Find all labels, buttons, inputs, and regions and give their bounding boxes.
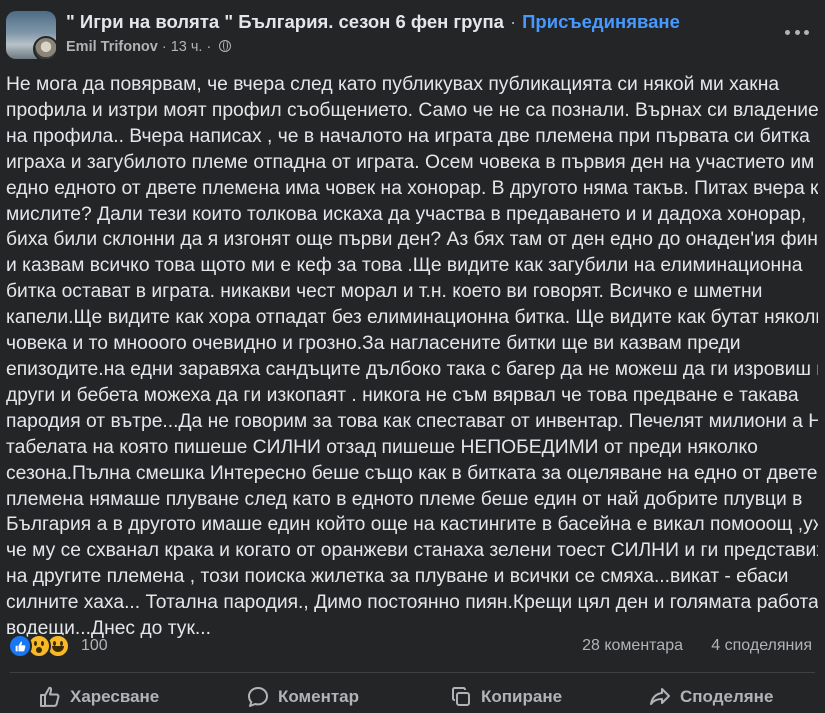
like-label: Харесване — [70, 687, 160, 706]
post-text-line: България а в другото имаше един който ощ… — [6, 514, 818, 536]
post-text-line: играха и загубилото племе отпадна от игр… — [6, 151, 818, 173]
post-text-line: човека и то мнооого очевидно и грозно.За… — [6, 333, 741, 355]
post-text-line: епизодите.на едни заравяха сандъците дъл… — [6, 358, 818, 380]
post-text-line: че му се схванал крака и когато от оранж… — [6, 540, 818, 562]
post-body: Не мога да повярвам, че вчера след като … — [6, 72, 818, 642]
reaction-count[interactable]: 100 — [81, 637, 108, 655]
reaction-icons[interactable] — [8, 634, 78, 660]
post-text-line: капели.Ще видите как хора отпадат без ел… — [6, 307, 818, 329]
comment-label: Коментар — [278, 687, 359, 706]
comments-count-link[interactable]: 28 коментара — [582, 637, 683, 655]
post-time-link[interactable]: 13 ч. — [171, 39, 203, 55]
post-text-line: Не мога да повярвам, че вчера след като … — [6, 74, 780, 95]
share-label: Споделяне — [680, 687, 774, 706]
post-text-line: племена нямаше плуване след като в еднот… — [6, 488, 803, 510]
join-group-link[interactable]: Присъединяване — [522, 11, 680, 32]
share-arrow-icon — [650, 688, 670, 705]
meta-separator-2: · — [206, 39, 212, 55]
post-text-line: други и бебета можеха да ги изкопаят . н… — [6, 384, 799, 406]
comment-bubble-icon — [248, 687, 268, 707]
post-text-line: биха били склонни да я изгонят още първи… — [6, 229, 818, 251]
meta-separator: · — [161, 39, 167, 55]
copy-button[interactable]: Копиране — [449, 681, 562, 713]
title-separator: · — [509, 11, 517, 32]
reactions-summary: 100 28 коментара 4 споделяния — [0, 632, 825, 662]
post-text-line: на профила.. Вчера написах , че в начало… — [6, 125, 810, 147]
post-text-line: профила и изтри моят профил съобщението.… — [6, 99, 818, 121]
copy-icon — [452, 687, 470, 706]
dot-icon — [804, 29, 809, 35]
author-name-link[interactable]: Emil Trifonov — [66, 39, 158, 55]
post-text-line: силните хаха... Тотална пародия., Димо п… — [6, 592, 818, 614]
shares-count-link[interactable]: 4 споделяния — [711, 637, 812, 655]
post-meta: Emil Trifonov · 13 ч. · — [66, 39, 232, 55]
post-text-line: сезона.Пълна смешка Интересно беше също … — [6, 462, 818, 484]
globe-icon — [219, 40, 232, 52]
more-options-button[interactable] — [785, 22, 809, 42]
post-text-line: и казвам всичко това щото ми е кеф за то… — [6, 255, 803, 277]
like-icon — [8, 634, 32, 658]
dot-icon — [794, 29, 800, 35]
group-name-link[interactable]: " Игри на волята " България. сезон 6 фен… — [66, 11, 504, 32]
post-text-line: мислите? Дали тези които толкова искаха … — [6, 203, 807, 225]
post-text-line: битка остават в играта. никакви чест мор… — [6, 281, 763, 303]
post-actions: Харесване Коментар Копиране Споделяне — [0, 681, 825, 713]
copy-label: Копиране — [481, 687, 563, 706]
like-button[interactable]: Харесване — [38, 681, 159, 713]
comment-button[interactable]: Коментар — [246, 681, 359, 713]
actions-divider — [10, 672, 815, 673]
group-avatar[interactable] — [6, 11, 56, 59]
post-header: " Игри на волята " България. сезон 6 фен… — [0, 0, 825, 62]
post-text-line: табелата на която пишеше СИЛНИ отзад пиш… — [6, 436, 758, 458]
share-button[interactable]: Споделяне — [648, 681, 773, 713]
post-text-line: едно едното от двете племена има човек н… — [6, 177, 818, 199]
group-title-line: " Игри на волята " България. сезон 6 фен… — [66, 11, 680, 33]
author-avatar[interactable] — [33, 36, 56, 59]
post-text-line: пародия от вътре...Да не говорим за това… — [6, 410, 818, 432]
thumbs-up-icon — [40, 686, 60, 707]
post-text-line: на другите племена , този поиска жилетка… — [6, 566, 789, 588]
dot-icon — [785, 29, 790, 35]
